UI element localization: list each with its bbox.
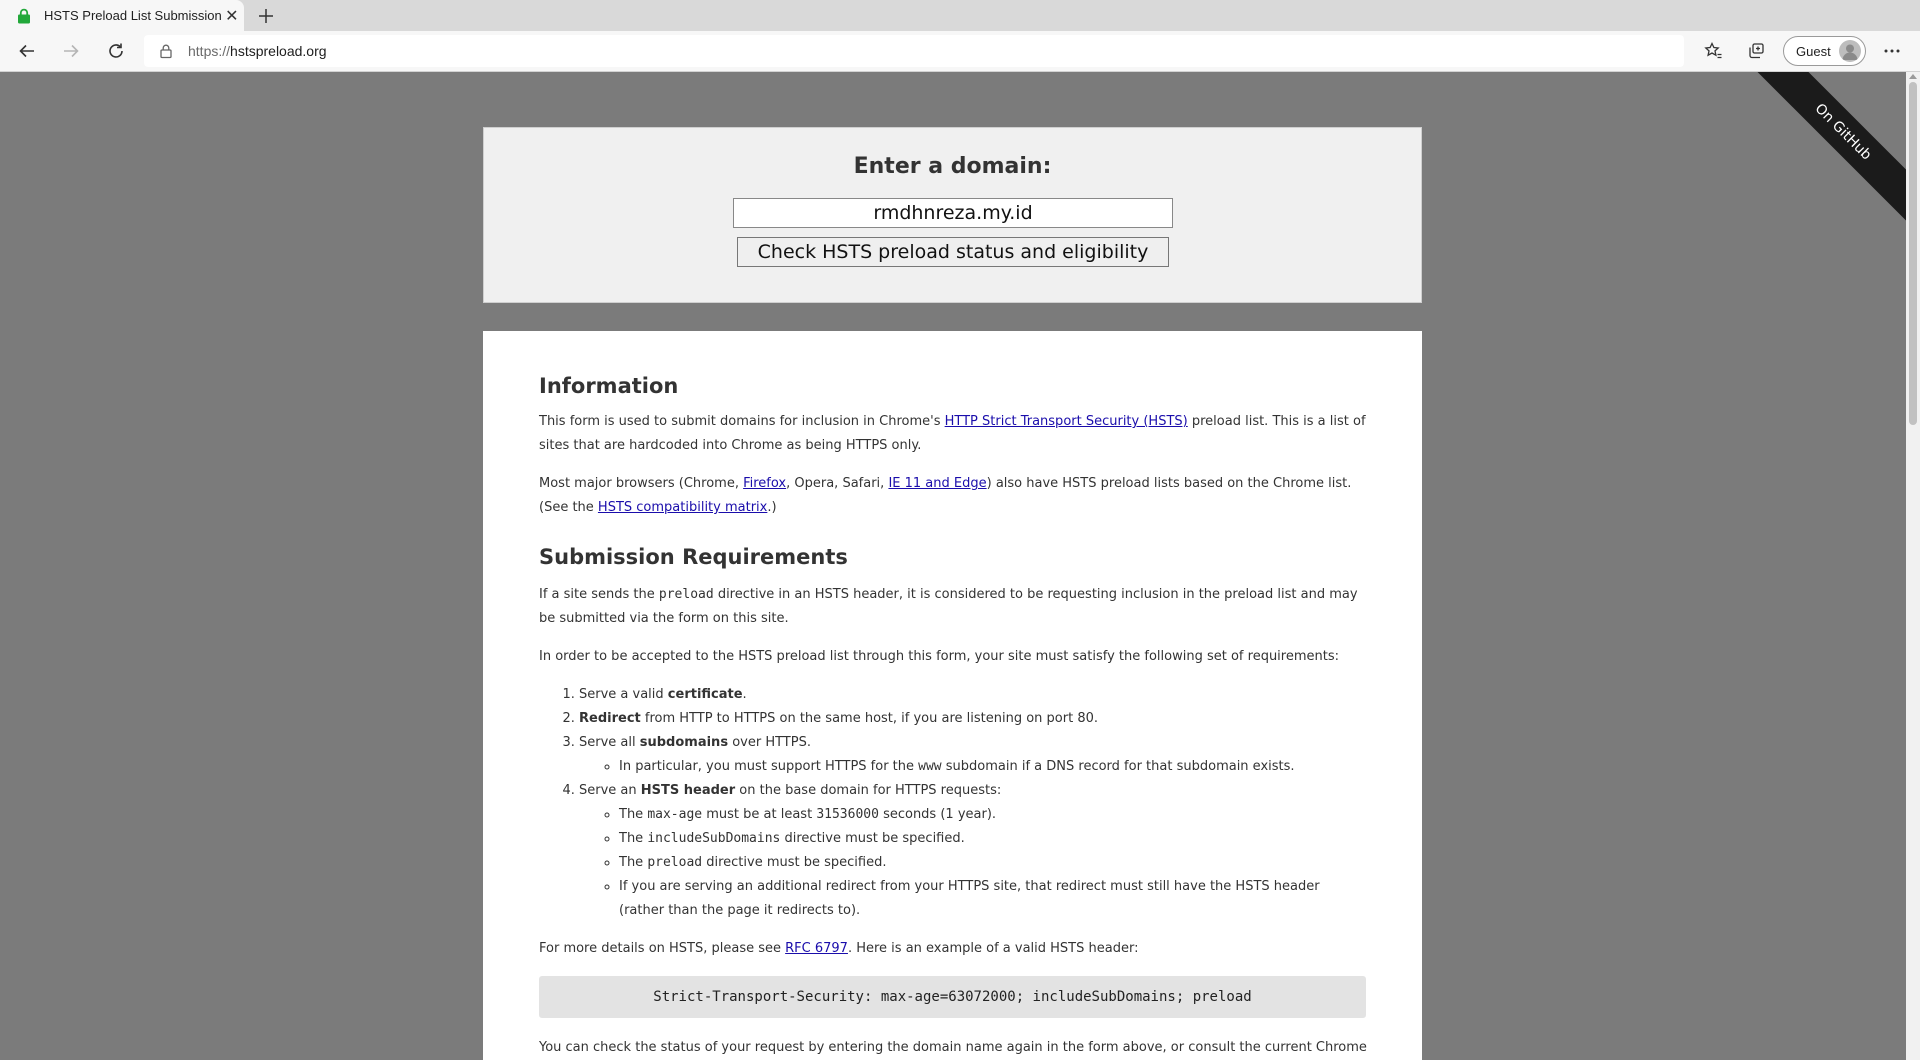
hsts-header-example: Strict-Transport-Security: max-age=63072… <box>539 976 1366 1018</box>
info-paragraph-1: This form is used to submit domains for … <box>539 414 1366 453</box>
firefox-link[interactable]: Firefox <box>743 476 786 491</box>
reload-icon[interactable] <box>100 35 132 67</box>
tab-title: HSTS Preload List Submission <box>44 8 222 23</box>
browser-toolbar: https://hstspreload.org Guest <box>0 31 1920 72</box>
requirement-4-sublist: The max-age must be at least 31536000 se… <box>579 803 1366 923</box>
ie-edge-link[interactable]: IE 11 and Edge <box>888 476 986 491</box>
tab-strip: HSTS Preload List Submission ✕ <box>0 0 1920 31</box>
scroll-up-icon[interactable] <box>1909 72 1917 80</box>
requirement-3: Serve all subdomains over HTTPS. In part… <box>579 731 1366 779</box>
requirements-paragraph-2: In order to be accepted to the HSTS prel… <box>539 649 1340 664</box>
more-menu-icon[interactable] <box>1876 35 1908 67</box>
page-scrollbar[interactable] <box>1906 72 1920 1060</box>
information-heading: Information <box>539 374 679 398</box>
url-protocol: https:// <box>188 43 231 59</box>
lock-favicon-icon <box>16 8 32 24</box>
hsts-link[interactable]: HTTP Strict Transport Security (HSTS) <box>945 414 1188 429</box>
requirements-paragraph-1: If a site sends the preload directive in… <box>539 587 1358 626</box>
compatibility-matrix-link[interactable]: HSTS compatibility matrix <box>598 500 767 515</box>
requirement-4-preload: The preload directive must be specified. <box>619 851 1366 875</box>
requirement-3-sublist: In particular, you must support HTTPS fo… <box>579 755 1366 779</box>
new-tab-icon[interactable] <box>252 2 280 30</box>
forward-icon[interactable] <box>55 35 87 67</box>
requirement-4: Serve an HSTS header on the base domain … <box>579 779 1366 923</box>
profile-button[interactable]: Guest <box>1783 36 1866 66</box>
address-bar[interactable]: https://hstspreload.org <box>144 35 1684 67</box>
preload-code: preload <box>658 587 714 602</box>
collections-icon[interactable] <box>1740 35 1772 67</box>
url-text[interactable]: https://hstspreload.org <box>188 43 327 59</box>
requirement-4-redirect: If you are serving an additional redirec… <box>619 875 1366 923</box>
requirement-1: Serve a valid certificate. <box>579 683 1366 707</box>
page-viewport: On GitHub Enter a domain: Check HSTS pre… <box>0 72 1906 1060</box>
domain-form: Enter a domain: Check HSTS preload statu… <box>483 127 1422 303</box>
url-host: hstspreload.org <box>230 43 327 59</box>
tab-close-icon[interactable]: ✕ <box>222 2 242 30</box>
form-heading: Enter a domain: <box>853 154 1052 179</box>
requirement-2: Redirect from HTTP to HTTPS on the same … <box>579 707 1366 731</box>
requirement-3-www: In particular, you must support HTTPS fo… <box>619 755 1366 779</box>
github-ribbon-label[interactable]: On GitHub <box>1756 72 1906 222</box>
github-ribbon[interactable]: On GitHub <box>1756 72 1906 222</box>
profile-label: Guest <box>1796 43 1831 59</box>
requirements-heading: Submission Requirements <box>539 545 848 569</box>
information-card: Information This form is used to submit … <box>483 331 1422 1060</box>
tab-hsts-preload[interactable]: HSTS Preload List Submission ✕ <box>0 0 244 31</box>
requirements-list: Serve a valid certificate. Redirect from… <box>539 683 1366 923</box>
domain-input[interactable] <box>733 198 1173 228</box>
details-paragraph: For more details on HSTS, please see RFC… <box>539 941 1139 956</box>
rfc-6797-link[interactable]: RFC 6797 <box>785 941 848 956</box>
back-icon[interactable] <box>11 35 43 67</box>
status-paragraph: You can check the status of your request… <box>539 1040 1367 1055</box>
lock-icon[interactable] <box>158 43 174 59</box>
info-paragraph-2: Most major browsers (Chrome, Firefox, Op… <box>539 476 1352 515</box>
check-status-button[interactable]: Check HSTS preload status and eligibilit… <box>737 237 1169 267</box>
scrollbar-thumb[interactable] <box>1909 82 1917 425</box>
avatar-icon <box>1839 40 1861 62</box>
requirement-4-max-age: The max-age must be at least 31536000 se… <box>619 803 1366 827</box>
favorites-icon[interactable] <box>1697 35 1729 67</box>
requirement-4-include-subdomains: The includeSubDomains directive must be … <box>619 827 1366 851</box>
